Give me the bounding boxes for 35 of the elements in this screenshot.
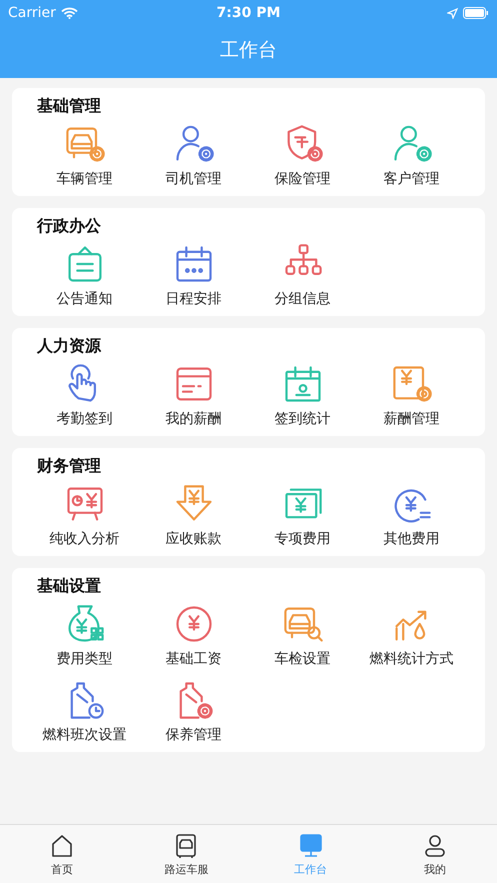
tab-button[interactable]: 首页 <box>0 825 124 883</box>
tab-button[interactable]: 我的 <box>372 825 497 883</box>
shortcut-button[interactable]: 签到统计 <box>274 356 330 432</box>
shortcut-button[interactable]: 保养管理 <box>166 672 222 748</box>
location-icon <box>446 8 458 18</box>
shortcut-button[interactable]: 燃料统计方式 <box>370 596 454 672</box>
shortcut-button[interactable]: 考勤签到 <box>56 356 112 432</box>
section-title: 基础管理 <box>37 96 101 116</box>
shortcut-button[interactable]: 保险管理 <box>274 116 330 192</box>
shortcut-button[interactable]: 费用类型 <box>56 596 112 672</box>
shortcut-button[interactable]: 公告通知 <box>56 236 112 312</box>
shortcut-button[interactable]: 客户管理 <box>384 116 440 192</box>
shortcut-button[interactable]: 车检设置 <box>274 596 330 672</box>
status-time: 7:30 PM <box>216 5 280 21</box>
shortcut-button[interactable]: 基础工资 <box>166 596 222 672</box>
wifi-icon <box>60 7 78 19</box>
shortcut-button[interactable]: 司机管理 <box>166 116 222 192</box>
shortcut-button[interactable]: 专项费用 <box>274 476 330 552</box>
section-title: 财务管理 <box>37 456 101 476</box>
shortcut-button[interactable]: 分组信息 <box>274 236 330 312</box>
tab-button[interactable]: 路运车服 <box>124 825 248 883</box>
page-title: 工作台 <box>219 38 278 63</box>
shortcut-button[interactable]: 纯收入分析 <box>50 476 120 552</box>
section-title: 行政办公 <box>37 216 101 236</box>
shortcut-button[interactable]: 其他费用 <box>384 476 440 552</box>
carrier-name: Carrier <box>8 5 56 21</box>
shortcut-button[interactable]: 应收账款 <box>166 476 222 552</box>
shortcut-button[interactable]: 薪酬管理 <box>384 356 440 432</box>
shortcut-button[interactable]: 车辆管理 <box>56 116 112 192</box>
section-title: 人力资源 <box>37 336 101 356</box>
shortcut-button[interactable]: 燃料班次设置 <box>42 672 126 748</box>
section-title: 基础设置 <box>37 576 101 596</box>
shortcut-button[interactable]: 我的薪酬 <box>166 356 222 432</box>
shortcut-button[interactable]: 日程安排 <box>166 236 222 312</box>
battery-icon <box>462 7 489 19</box>
